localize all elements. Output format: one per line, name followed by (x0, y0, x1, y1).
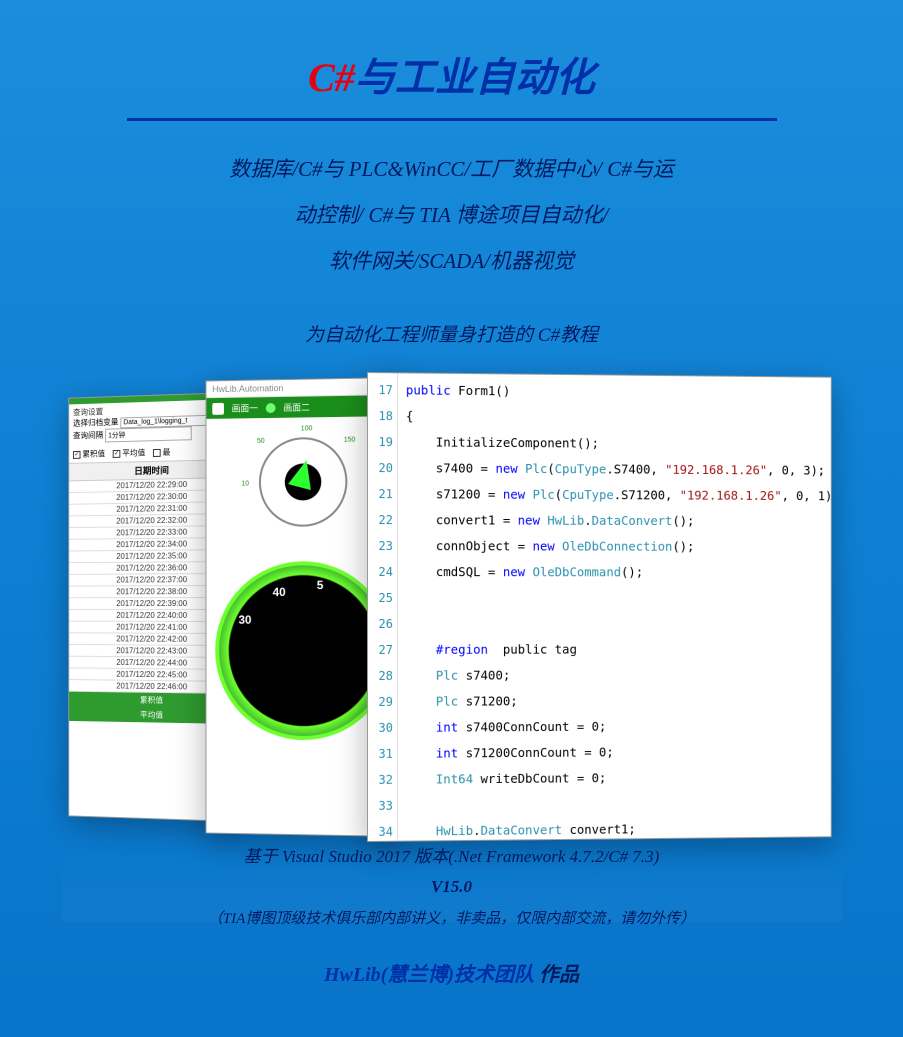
tagline-pre: 为自动化工程师量身打造的 (305, 325, 538, 346)
dial1-ring (258, 436, 346, 526)
panel-code: 17 18 19 20 21 22 23 24 25 26 27 28 29 3… (367, 372, 832, 842)
bottom-version: V15.0 (0, 877, 903, 897)
bottom-notice: （TIA博图顶级技术俱乐部内部讲义，非卖品，仅限内部交流，请勿外传） (0, 907, 903, 928)
dial-large: 30 40 5 (215, 561, 392, 741)
bottom-text: 基于 Visual Studio 2017 版本(.Net Framework … (0, 842, 903, 987)
subtitle-line-3: 软件网关/SCADA/机器视觉 (0, 238, 903, 284)
tagline-post: 教程 (560, 325, 598, 346)
p1-check2-label: 平均值 (122, 447, 145, 458)
p1-archive-label: 选择归档变量 (72, 417, 117, 427)
status-dot-icon (265, 402, 275, 412)
p1-check3-label: 最 (162, 446, 170, 457)
p2-tab2[interactable]: 画面二 (283, 400, 310, 413)
subtitle-line-1: 数据库/C#与 PLC&WinCC/工厂数据中心/ C#与运 (0, 146, 903, 192)
dial2-num-30: 30 (238, 612, 251, 626)
code-content: public Form1() { InitializeComponent(); … (397, 373, 830, 840)
dial1-tick-10: 10 (241, 480, 249, 487)
dial1-tick-50: 50 (257, 437, 265, 444)
title-csharp: C# (308, 55, 355, 100)
p1-check1-box[interactable]: ✓ (72, 450, 80, 458)
tagline: 为自动化工程师量身打造的 C#教程 (0, 320, 903, 347)
dial2-num-5: 5 (316, 578, 323, 592)
p1-interval-select[interactable]: 1分钟 (105, 426, 192, 442)
p1-check3-box[interactable] (152, 448, 160, 456)
panels-container: 查询设置 选择归档变量 Data_log_1\logging_t 查询间隔 1分… (62, 372, 842, 852)
bottom-suffix: 作品 (534, 964, 579, 986)
dial1-tick-100: 100 (300, 425, 311, 432)
screen-icon (212, 402, 224, 414)
p1-archive-input[interactable]: Data_log_1\logging_t (120, 414, 207, 427)
code-gutter: 17 18 19 20 21 22 23 24 25 26 27 28 29 3… (367, 373, 397, 841)
dial1-tick-150: 150 (343, 436, 355, 443)
dial1-arrow-icon (288, 457, 318, 490)
title-rest: 与工业自动化 (355, 55, 595, 100)
tagline-cs: C# (538, 325, 560, 346)
subtitle-block: 数据库/C#与 PLC&WinCC/工厂数据中心/ C#与运 动控制/ C#与 … (0, 146, 903, 285)
main-title: C#与工业自动化 (0, 0, 903, 103)
p2-tab1[interactable]: 画面一 (231, 401, 257, 414)
bottom-author: HwLib(慧兰博)技术团队 作品 (0, 958, 903, 987)
bottom-line-1: 基于 Visual Studio 2017 版本(.Net Framework … (0, 842, 903, 867)
p1-check1-label: 累积值 (82, 448, 105, 459)
dial2-num-40: 40 (272, 585, 285, 599)
subtitle-line-2: 动控制/ C#与 TIA 博途项目自动化/ (0, 192, 903, 238)
p1-check2-box[interactable]: ✓ (112, 449, 120, 457)
title-divider (127, 118, 777, 121)
p1-interval-label: 查询间隔 (72, 430, 102, 440)
bottom-team: HwLib(慧兰博)技术团队 (324, 964, 534, 986)
dial-small: 100 10 50 150 (249, 426, 357, 536)
